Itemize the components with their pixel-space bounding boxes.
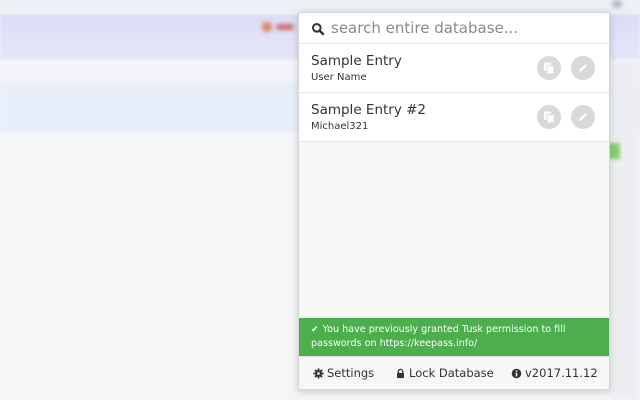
search-icon [311,21,325,36]
entry-username: User Name [311,72,367,83]
lock-database-link[interactable]: Lock Database [395,366,511,380]
pencil-icon [579,112,588,121]
version-info[interactable]: v2017.11.12 [511,366,598,380]
settings-label: Settings [327,366,375,380]
browser-toolbar [0,0,640,12]
search-input[interactable] [331,19,601,37]
settings-link[interactable]: Settings [313,366,395,380]
copy-password-button[interactable] [537,56,561,80]
copy-icon [544,62,555,75]
info-icon [511,368,522,378]
lock-icon [397,368,404,378]
permission-notice-text: You have previously granted Tusk permiss… [311,324,566,349]
blurred-header-text [276,24,294,30]
entry-username: Michael321 [311,121,369,132]
blurred-toolbar-icon [612,0,622,8]
search-bar [299,13,609,44]
copy-icon [544,111,555,124]
edit-entry-button[interactable] [571,105,595,129]
pencil-icon [579,63,588,72]
list-item[interactable]: Sample Entry User Name [299,44,609,93]
list-item[interactable]: Sample Entry #2 Michael321 [299,93,609,142]
tusk-popup: Sample Entry User Name Sample Entry #2 M… [298,12,610,390]
entry-title: Sample Entry [311,53,402,69]
check-icon: ✔ [311,325,319,335]
page-edge-blurred [612,60,640,400]
entry-title: Sample Entry #2 [311,102,427,118]
blurred-logo [262,22,272,32]
version-label: v2017.11.12 [525,366,598,380]
popup-footer: Settings Lock Database v2017.11.12 [299,356,609,389]
gear-icon [313,367,324,379]
lock-database-label: Lock Database [409,366,494,380]
permission-notice: ✔ You have previously granted Tusk permis… [299,318,609,356]
copy-password-button[interactable] [537,105,561,129]
edit-entry-button[interactable] [571,56,595,80]
entry-list: Sample Entry User Name Sample Entry #2 M… [299,44,609,318]
